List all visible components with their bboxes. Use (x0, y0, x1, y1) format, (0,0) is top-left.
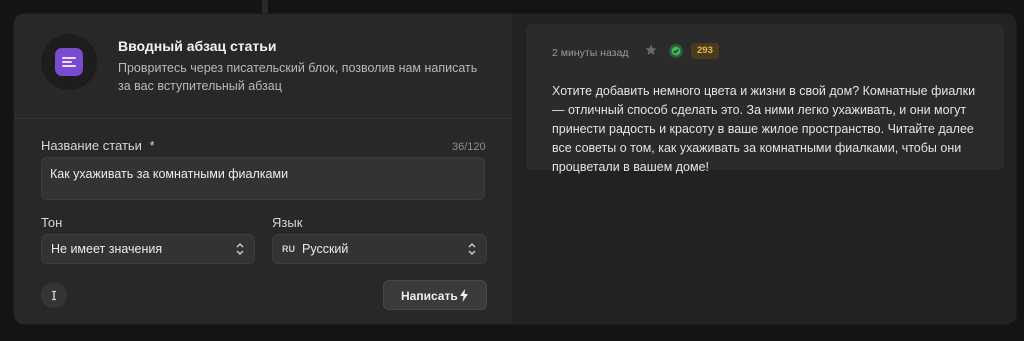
info-button[interactable] (41, 282, 67, 308)
language-label: Язык (272, 215, 303, 230)
write-button[interactable]: Написать (383, 280, 487, 310)
tool-description: Провритесь через писательский блок, позв… (118, 61, 478, 93)
write-button-label: Написать (401, 289, 458, 303)
article-title-input[interactable]: Как ухаживать за комнатными фиалками (41, 157, 485, 200)
result-timestamp: 2 минуты назад (552, 47, 629, 59)
tool-title: Вводный абзац статьи (118, 38, 277, 54)
article-title-label-text: Название статьи (41, 138, 142, 153)
chevron-updown-icon (236, 243, 244, 255)
chevron-updown-icon (468, 243, 476, 255)
tone-label: Тон (41, 215, 63, 230)
article-intro-modal: Вводный абзац статьи Провритесь через пи… (14, 14, 1016, 324)
generated-paragraph: Хотите добавить немного цвета и жизни в … (552, 84, 976, 174)
backdrop-divider (262, 0, 268, 14)
language-code: RU (282, 244, 295, 254)
language-select[interactable]: RU Русский (272, 234, 487, 264)
result-pane: 2 минуты назад 293 Хотите добавить немно… (512, 14, 1016, 324)
lightning-icon (460, 289, 468, 302)
word-count-badge: 293 (691, 43, 719, 59)
language-selected-value: Русский (302, 242, 349, 256)
tone-selected-value: Не имеет значения (51, 242, 163, 256)
required-mark: * (149, 138, 155, 153)
tool-header: Вводный абзац статьи Провритесь через пи… (14, 14, 512, 119)
article-title-label: Название статьи * (41, 138, 155, 153)
star-icon[interactable] (645, 44, 657, 56)
info-icon (52, 290, 56, 301)
result-card: 2 минуты назад 293 Хотите добавить немно… (526, 24, 1004, 174)
tool-logo (41, 34, 97, 90)
check-icon (669, 44, 683, 58)
char-counter: 36/120 (452, 141, 486, 153)
tone-select[interactable]: Не имеет значения (41, 234, 255, 264)
form-pane: Вводный абзац статьи Провритесь через пи… (14, 14, 512, 324)
text-block-icon (55, 48, 83, 76)
